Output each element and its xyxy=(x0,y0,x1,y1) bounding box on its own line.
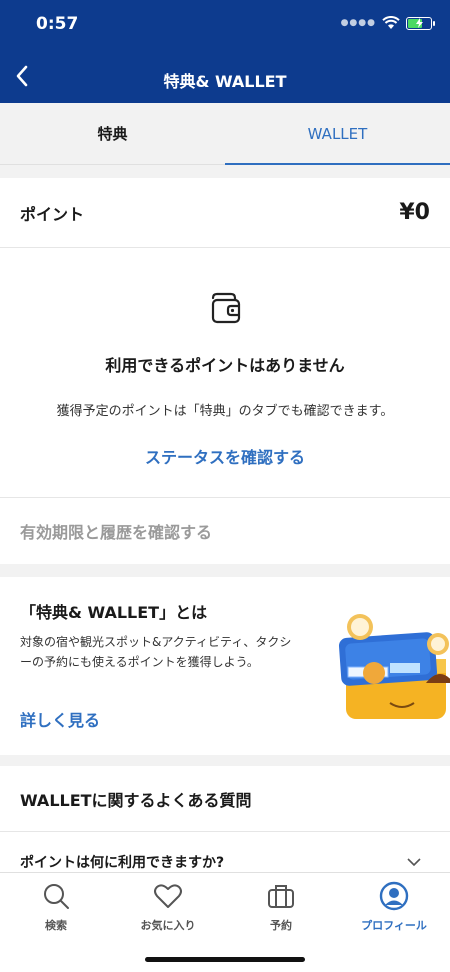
section-divider xyxy=(0,564,450,577)
nav-profile[interactable]: プロフィール xyxy=(338,881,450,933)
nav-label: お気に入り xyxy=(140,919,196,932)
point-balance-row: ポイント ¥0 xyxy=(0,178,450,248)
empty-state: 利用できるポイントはありません 獲得予定のポイントは「特典」のタブでも確認できま… xyxy=(0,248,450,498)
status-icons: ●●●● xyxy=(340,16,435,30)
tab-wallet[interactable]: WALLET xyxy=(225,103,450,165)
page-title: 特典& WALLET xyxy=(163,72,287,91)
history-link[interactable]: 有効期限と履歴を確認する xyxy=(0,498,450,564)
empty-title: 利用できるポイントはありません xyxy=(105,356,345,375)
nav-favorites[interactable]: お気に入り xyxy=(112,881,224,933)
point-label: ポイント xyxy=(20,204,85,224)
suitcase-icon xyxy=(268,885,294,908)
nav-label: プロフィール xyxy=(361,919,427,932)
suitcase-illustration xyxy=(338,614,450,719)
about-title: 「特典& WALLET」とは xyxy=(20,603,208,622)
chevron-down-icon xyxy=(407,858,421,867)
tab-bar: 特典 WALLET xyxy=(0,103,450,165)
tab-benefits[interactable]: 特典 xyxy=(0,103,225,164)
nav-label: 予約 xyxy=(270,919,292,932)
nav-label: 検索 xyxy=(45,919,67,932)
app-header: 0:57 ●●●● 特典& WALLET xyxy=(0,0,450,103)
about-description: 対象の宿や観光スポット&アクティビティ、タクシーの予約にも使えるポイントを獲得し… xyxy=(20,635,292,669)
faq-item[interactable]: ポイントは何に利用できますか? xyxy=(0,832,450,874)
heart-icon xyxy=(154,884,182,908)
faq-question: ポイントは何に利用できますか? xyxy=(20,855,225,871)
empty-description: 獲得予定のポイントは「特典」のタブでも確認できます。 xyxy=(56,404,394,419)
nav-reservations[interactable]: 予約 xyxy=(225,881,337,933)
learn-more-link[interactable]: 詳しく見る xyxy=(20,707,100,731)
about-card: 「特典& WALLET」とは 対象の宿や観光スポット&アクティビティ、タクシーの… xyxy=(0,577,450,755)
point-value: ¥0 xyxy=(399,200,430,225)
wallet-icon xyxy=(211,292,241,324)
nav-search[interactable]: 検索 xyxy=(0,881,112,933)
signal-icon: ●●●● xyxy=(340,18,376,28)
battery-icon xyxy=(406,16,435,30)
section-divider xyxy=(0,755,450,766)
section-divider xyxy=(0,165,450,178)
faq-heading: WALLETに関するよくある質問 xyxy=(0,766,450,832)
home-indicator xyxy=(145,957,305,962)
status-time: 0:57 xyxy=(36,14,79,34)
wifi-icon xyxy=(382,16,400,29)
search-icon xyxy=(44,884,69,909)
profile-icon xyxy=(379,881,409,911)
check-status-link[interactable]: ステータスを確認する xyxy=(0,444,450,468)
